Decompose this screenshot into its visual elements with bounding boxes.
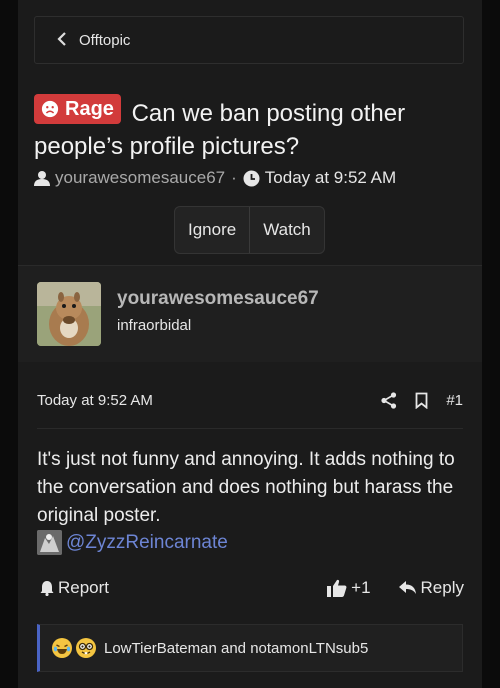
thumbs-up-icon bbox=[327, 579, 347, 597]
user-title: infraorbidal bbox=[117, 317, 192, 334]
prefix-label: Rage bbox=[65, 97, 114, 120]
alert-icon bbox=[40, 581, 54, 596]
like-count: +1 bbox=[351, 578, 371, 597]
report-button[interactable]: Report bbox=[40, 578, 109, 598]
reply-button[interactable]: Reply bbox=[398, 578, 464, 598]
mention-text: @ZyzzReincarnate bbox=[66, 531, 228, 553]
post-user-bar: yourawesomesauce67 infraorbidal bbox=[18, 266, 482, 362]
chevron-left-icon bbox=[57, 31, 67, 49]
prefix-badge[interactable]: Rage bbox=[34, 94, 121, 124]
meta-separator: · bbox=[231, 168, 237, 187]
thread-time[interactable]: Today at 9:52 AM bbox=[265, 168, 396, 188]
divider bbox=[37, 428, 463, 429]
thread-meta: yourawesomesauce67 · Today at 9:52 AM bbox=[34, 168, 396, 188]
ignore-button[interactable]: Ignore bbox=[175, 207, 249, 253]
avatar[interactable] bbox=[37, 282, 101, 346]
nerd-emoji-icon bbox=[76, 638, 96, 658]
reply-icon bbox=[398, 581, 416, 594]
mention-link[interactable]: @ZyzzReincarnate bbox=[37, 530, 228, 555]
post-actions: Report +1 Reply bbox=[40, 578, 464, 598]
mention-avatar bbox=[37, 530, 62, 555]
post-time[interactable]: Today at 9:52 AM bbox=[37, 392, 153, 409]
breadcrumb-label: Offtopic bbox=[79, 31, 131, 49]
user-icon bbox=[34, 171, 50, 186]
thread-title: Rage Can we ban posting other people’s p… bbox=[34, 94, 464, 163]
post-number[interactable]: #1 bbox=[446, 392, 463, 409]
post-body: It's just not funny and annoying. It add… bbox=[37, 449, 455, 526]
watch-button[interactable]: Watch bbox=[250, 207, 324, 253]
post-username[interactable]: yourawesomesauce67 bbox=[117, 288, 319, 310]
thread-container: Offtopic Rage Can we ban posting other p… bbox=[18, 0, 482, 688]
clock-icon bbox=[243, 170, 260, 186]
like-button[interactable]: +1 bbox=[327, 578, 371, 598]
breadcrumb[interactable]: Offtopic bbox=[34, 16, 464, 64]
post-meta: Today at 9:52 AM #1 bbox=[37, 392, 463, 409]
frown-icon bbox=[41, 100, 59, 118]
report-label: Report bbox=[58, 578, 110, 597]
reply-label: Reply bbox=[420, 578, 464, 597]
reactions-users: LowTierBateman and notamonLTNsub5 bbox=[104, 639, 369, 657]
share-icon[interactable] bbox=[381, 392, 397, 409]
thread-author[interactable]: yourawesomesauce67 bbox=[55, 168, 225, 188]
thread-action-group: Ignore Watch bbox=[174, 206, 325, 254]
reactions-bar[interactable]: LowTierBateman and notamonLTNsub5 bbox=[37, 624, 463, 672]
bookmark-icon[interactable] bbox=[415, 392, 428, 409]
laugh-emoji-icon bbox=[52, 638, 72, 658]
